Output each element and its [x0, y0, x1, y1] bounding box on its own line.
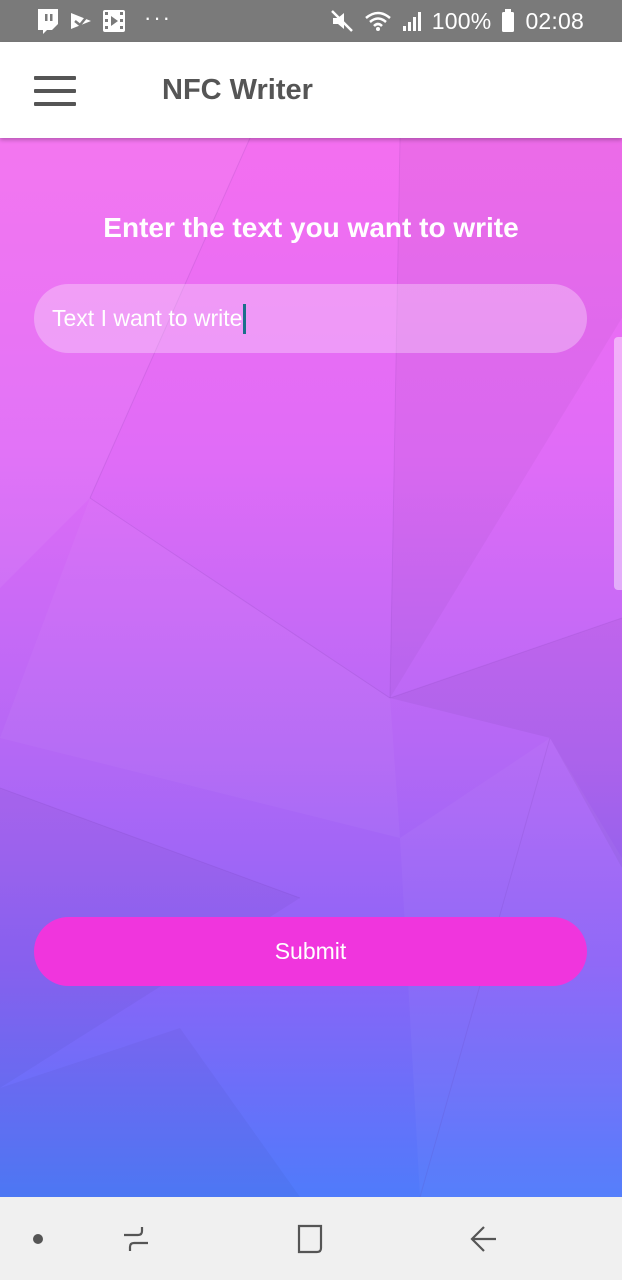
pushbullet-icon: [70, 10, 92, 32]
system-icons: 100% 02:08: [330, 8, 584, 35]
recent-apps-icon[interactable]: [106, 1197, 166, 1280]
nav-dot-icon[interactable]: [18, 1197, 58, 1280]
twitch-icon: [36, 8, 60, 34]
signal-icon: [402, 10, 422, 32]
text-input[interactable]: Text I want to write: [34, 284, 587, 353]
status-bar: ··· 100% 02:08: [0, 0, 622, 42]
text-input-value: Text I want to write: [52, 305, 243, 331]
battery-percentage: 100%: [431, 7, 492, 34]
page-title: NFC Writer: [162, 74, 313, 106]
submit-button[interactable]: Submit: [34, 917, 587, 986]
app-bar: NFC Writer: [0, 42, 622, 138]
notification-icons: ···: [36, 5, 172, 34]
mute-icon: [330, 9, 354, 33]
back-icon[interactable]: [454, 1197, 514, 1280]
battery-icon: [501, 9, 515, 33]
wifi-icon: [364, 10, 392, 32]
edge-panel-handle[interactable]: [614, 337, 622, 590]
navigation-bar: [0, 1197, 622, 1280]
write-prompt: Enter the text you want to write: [103, 212, 519, 243]
main-content: Enter the text you want to write Text I …: [0, 138, 622, 1197]
more-notifications-indicator: ···: [144, 5, 172, 30]
text-cursor: [243, 303, 247, 334]
status-time: 02:08: [525, 7, 584, 34]
hamburger-menu-icon[interactable]: [34, 76, 76, 106]
video-icon: [102, 9, 126, 33]
home-icon[interactable]: [280, 1197, 340, 1280]
